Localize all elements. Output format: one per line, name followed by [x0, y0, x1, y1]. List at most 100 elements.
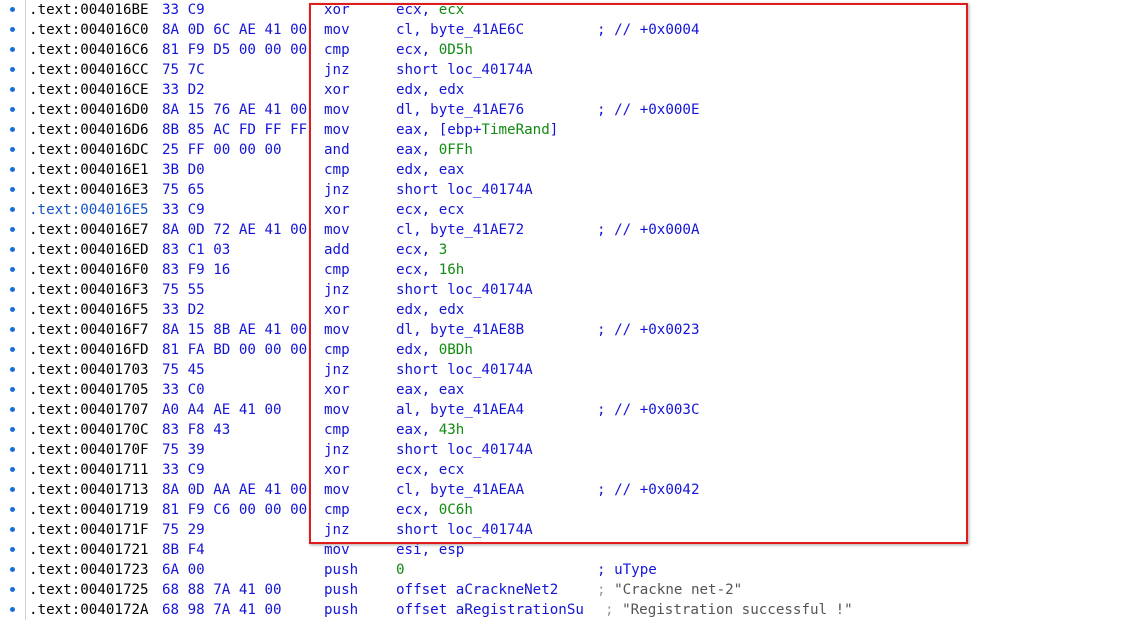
- address[interactable]: .text:0040171F: [29, 520, 149, 540]
- listing-row[interactable]: .text:004016F0 83 F9 16 cmp ecx, 16h: [0, 260, 1132, 280]
- mnemonic[interactable]: xor: [324, 300, 350, 320]
- operands[interactable]: al, byte_41AEA4: [396, 400, 524, 420]
- listing-row[interactable]: .text:004016D6 8B 85 AC FD FF FF mov eax, […: [0, 120, 1132, 140]
- operands[interactable]: ecx, 16h: [396, 260, 464, 280]
- address[interactable]: .text:00401723: [29, 560, 149, 580]
- operands[interactable]: ecx, 0D5h: [396, 40, 473, 60]
- operands[interactable]: esi, esp: [396, 540, 464, 560]
- mnemonic[interactable]: cmp: [324, 40, 350, 60]
- listing-row[interactable]: .text:004016E7 8A 0D 72 AE 41 00 mov cl, by…: [0, 220, 1132, 240]
- mnemonic[interactable]: xor: [324, 0, 350, 20]
- address[interactable]: .text:004016E3: [29, 180, 149, 200]
- address[interactable]: .text:004016FD: [29, 340, 149, 360]
- operands[interactable]: edx, eax: [396, 160, 464, 180]
- mnemonic[interactable]: mov: [324, 480, 350, 500]
- mnemonic[interactable]: cmp: [324, 340, 350, 360]
- address[interactable]: .text:004016CC: [29, 60, 149, 80]
- mnemonic[interactable]: and: [324, 140, 350, 160]
- listing-row[interactable]: .text:004016C6 81 F9 D5 00 00 00 cmp ecx, 0…: [0, 40, 1132, 60]
- operands[interactable]: cl, byte_41AE72: [396, 220, 524, 240]
- listing-row[interactable]: .text:004016FD 81 FA BD 00 00 00 cmp edx, 0…: [0, 340, 1132, 360]
- mnemonic[interactable]: cmp: [324, 260, 350, 280]
- listing-row[interactable]: .text:00401723 6A 00 push 0 ; uType: [0, 560, 1132, 580]
- mnemonic[interactable]: xor: [324, 460, 350, 480]
- mnemonic[interactable]: cmp: [324, 420, 350, 440]
- listing-row[interactable]: .text:004016DC 25 FF 00 00 00 and eax, 0FFh: [0, 140, 1132, 160]
- operands[interactable]: short loc_40174A: [396, 440, 533, 460]
- address[interactable]: .text:004016F0: [29, 260, 149, 280]
- operands[interactable]: short loc_40174A: [396, 180, 533, 200]
- operands[interactable]: edx, edx: [396, 80, 464, 100]
- mnemonic[interactable]: push: [324, 580, 358, 600]
- mnemonic[interactable]: jnz: [324, 280, 350, 300]
- listing-row[interactable]: .text:004016F5 33 D2 xor edx, edx: [0, 300, 1132, 320]
- operands[interactable]: eax, [ebp+TimeRand]: [396, 120, 558, 140]
- operands[interactable]: short loc_40174A: [396, 280, 533, 300]
- mnemonic[interactable]: jnz: [324, 180, 350, 200]
- operands[interactable]: eax, 0FFh: [396, 140, 473, 160]
- address[interactable]: .text:004016E1: [29, 160, 149, 180]
- mnemonic[interactable]: xor: [324, 80, 350, 100]
- mnemonic[interactable]: mov: [324, 400, 350, 420]
- listing-row[interactable]: .text:004016CC 75 7C jnz short loc_40174A: [0, 60, 1132, 80]
- address[interactable]: .text:004016DC: [29, 140, 149, 160]
- mnemonic[interactable]: push: [324, 560, 358, 580]
- listing-row[interactable]: .text:00401719 81 F9 C6 00 00 00 cmp ecx, 0…: [0, 500, 1132, 520]
- operands[interactable]: 0: [396, 560, 405, 580]
- listing-row[interactable]: .text:00401713 8A 0D AA AE 41 00 mov cl, by…: [0, 480, 1132, 500]
- operands[interactable]: ecx, ecx: [396, 460, 464, 480]
- address[interactable]: .text:00401707: [29, 400, 149, 420]
- address[interactable]: .text:004016E5: [29, 200, 149, 220]
- listing-row[interactable]: .text:004016D0 8A 15 76 AE 41 00 mov dl, by…: [0, 100, 1132, 120]
- listing-row[interactable]: .text:004016BE 33 C9 xor ecx, ecx: [0, 0, 1132, 20]
- listing-row[interactable]: .text:00401705 33 C0 xor eax, eax: [0, 380, 1132, 400]
- operands[interactable]: ecx, 0C6h: [396, 500, 473, 520]
- operands[interactable]: ecx, ecx: [396, 200, 464, 220]
- listing-row[interactable]: .text:00401703 75 45 jnz short loc_40174A: [0, 360, 1132, 380]
- mnemonic[interactable]: mov: [324, 320, 350, 340]
- listing-row[interactable]: .text:00401721 8B F4 mov esi, esp: [0, 540, 1132, 560]
- mnemonic[interactable]: xor: [324, 380, 350, 400]
- address[interactable]: .text:0040170C: [29, 420, 149, 440]
- address[interactable]: .text:004016C0: [29, 20, 149, 40]
- operands[interactable]: dl, byte_41AE8B: [396, 320, 524, 340]
- address[interactable]: .text:004016F3: [29, 280, 149, 300]
- listing-row[interactable]: .text:00401711 33 C9 xor ecx, ecx: [0, 460, 1132, 480]
- mnemonic[interactable]: cmp: [324, 160, 350, 180]
- address[interactable]: .text:0040172A: [29, 600, 149, 620]
- address[interactable]: .text:00401703: [29, 360, 149, 380]
- address[interactable]: .text:004016E7: [29, 220, 149, 240]
- address[interactable]: .text:004016C6: [29, 40, 149, 60]
- listing-row[interactable]: .text:00401725 68 88 7A 41 00 push offset a…: [0, 580, 1132, 600]
- listing-row[interactable]: .text:004016E3 75 65 jnz short loc_40174A: [0, 180, 1132, 200]
- address[interactable]: .text:004016D6: [29, 120, 149, 140]
- listing-row[interactable]: .text:004016E5 33 C9 xor ecx, ecx: [0, 200, 1132, 220]
- address[interactable]: .text:00401719: [29, 500, 149, 520]
- operands[interactable]: ecx, ecx: [396, 0, 464, 20]
- listing-row[interactable]: .text:004016F7 8A 15 8B AE 41 00 mov dl, by…: [0, 320, 1132, 340]
- operands[interactable]: ecx, 3: [396, 240, 447, 260]
- mnemonic[interactable]: mov: [324, 540, 350, 560]
- address[interactable]: .text:00401705: [29, 380, 149, 400]
- mnemonic[interactable]: add: [324, 240, 350, 260]
- operands[interactable]: short loc_40174A: [396, 520, 533, 540]
- mnemonic[interactable]: mov: [324, 20, 350, 40]
- address[interactable]: .text:00401711: [29, 460, 149, 480]
- mnemonic[interactable]: jnz: [324, 60, 350, 80]
- operands[interactable]: cl, byte_41AE6C: [396, 20, 524, 40]
- mnemonic[interactable]: mov: [324, 120, 350, 140]
- mnemonic[interactable]: mov: [324, 100, 350, 120]
- operands[interactable]: offset aRegistrationSu: [396, 600, 584, 620]
- operands[interactable]: offset aCrackneNet2: [396, 580, 558, 600]
- mnemonic[interactable]: xor: [324, 200, 350, 220]
- mnemonic[interactable]: cmp: [324, 500, 350, 520]
- mnemonic[interactable]: jnz: [324, 360, 350, 380]
- listing-row[interactable]: .text:004016C0 8A 0D 6C AE 41 00 mov cl, by…: [0, 20, 1132, 40]
- listing-row[interactable]: .text:0040172A 68 98 7A 41 00 push offset a…: [0, 600, 1132, 620]
- operands[interactable]: eax, eax: [396, 380, 464, 400]
- listing-row[interactable]: .text:0040171F 75 29 jnz short loc_40174A: [0, 520, 1132, 540]
- address[interactable]: .text:0040170F: [29, 440, 149, 460]
- listing-row[interactable]: .text:004016E1 3B D0 cmp edx, eax: [0, 160, 1132, 180]
- listing-row[interactable]: .text:0040170C 83 F8 43 cmp eax, 43h: [0, 420, 1132, 440]
- listing-row[interactable]: .text:004016F3 75 55 jnz short loc_40174A: [0, 280, 1132, 300]
